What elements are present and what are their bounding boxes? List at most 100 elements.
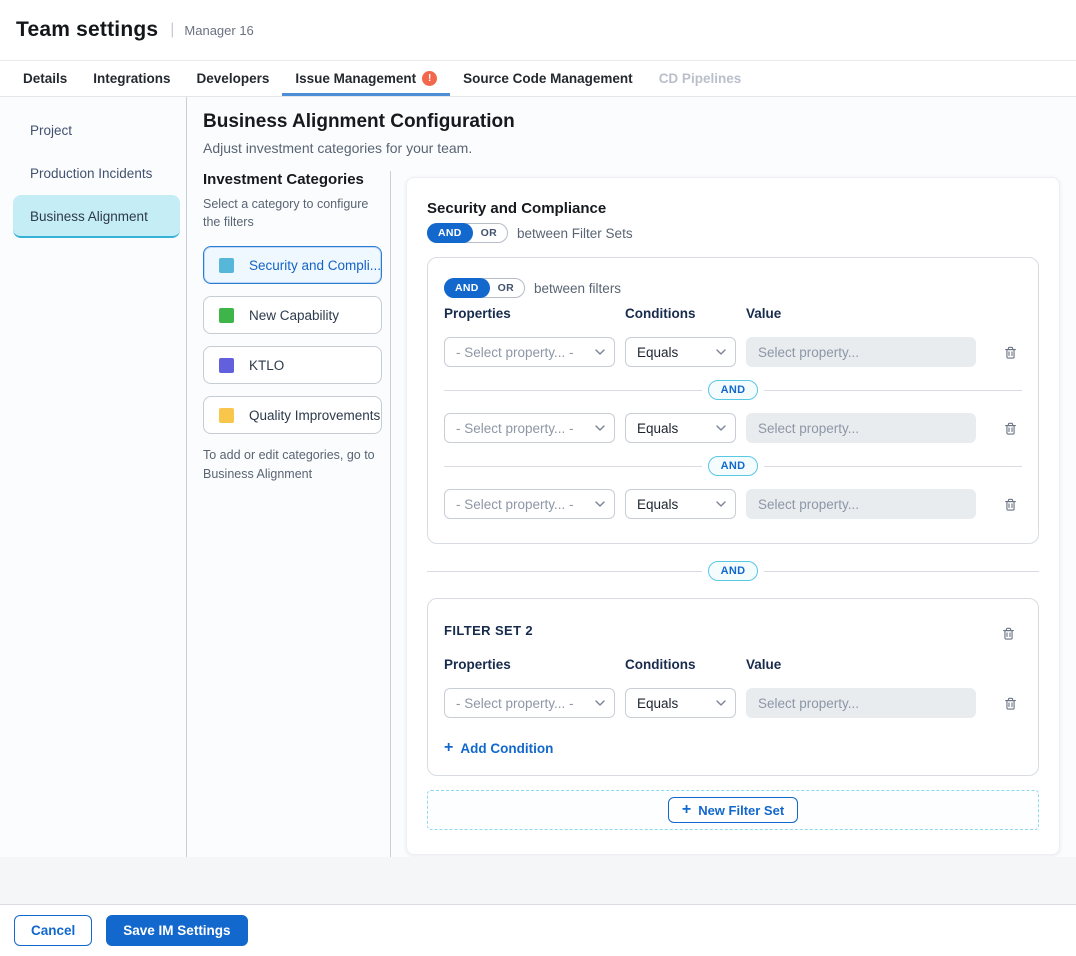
category-label: Quality Improvements: [249, 408, 380, 423]
column-header-value: Value: [746, 306, 976, 321]
category-quality-improvements[interactable]: Quality Improvements: [203, 396, 382, 434]
filter-set-1: AND OR between filters Properties Condit…: [427, 257, 1039, 544]
tab-issue-management[interactable]: Issue Management !: [282, 61, 450, 96]
and-or-toggle-filters[interactable]: AND OR: [444, 278, 525, 298]
value-input[interactable]: [746, 489, 976, 519]
between-filters-label: between filters: [534, 281, 621, 296]
plus-icon: +: [682, 802, 691, 818]
column-header-value: Value: [746, 657, 976, 672]
category-filters-panel: Security and Compliance AND OR between F…: [406, 177, 1060, 855]
column-header-conditions: Conditions: [625, 657, 736, 672]
filter-row: - Select property... - Equals: [444, 337, 1022, 367]
new-filter-set-dropzone: + New Filter Set: [427, 790, 1039, 830]
and-segment[interactable]: AND: [427, 223, 473, 243]
trash-icon: [1003, 696, 1018, 711]
tab-source-code-management[interactable]: Source Code Management: [450, 61, 646, 96]
category-color-swatch: [219, 358, 234, 373]
cancel-button[interactable]: Cancel: [14, 915, 92, 946]
chevron-down-icon: [595, 501, 605, 507]
team-settings-page: Team settings | Manager 16 Details Integ…: [0, 0, 1076, 956]
bottom-spacer-band: [0, 857, 1076, 905]
and-segment[interactable]: AND: [444, 278, 490, 298]
chevron-down-icon: [595, 425, 605, 431]
tab-bar: Details Integrations Developers Issue Ma…: [0, 60, 1076, 97]
property-select[interactable]: - Select property... -: [444, 688, 615, 718]
filter-set-2-title: FILTER SET 2: [444, 619, 533, 638]
filters-column: Security and Compliance AND OR between F…: [391, 171, 1060, 857]
delete-filter-button[interactable]: [996, 414, 1024, 442]
value-input[interactable]: [746, 688, 976, 718]
condition-select[interactable]: Equals: [625, 489, 736, 519]
save-im-settings-button[interactable]: Save IM Settings: [106, 915, 247, 946]
delete-filter-set-button[interactable]: [994, 619, 1022, 647]
row-joiner: AND: [444, 380, 1022, 400]
main-content: Business Alignment Configuration Adjust …: [187, 97, 1076, 857]
page-subtitle: Adjust investment categories for your te…: [203, 140, 1060, 156]
category-new-capability[interactable]: New Capability: [203, 296, 382, 334]
categories-footnote: To add or edit categories, go to Busines…: [203, 446, 375, 484]
category-security-and-compliance[interactable]: Security and Compli...: [203, 246, 382, 284]
column-header-conditions: Conditions: [625, 306, 736, 321]
trash-icon: [1003, 421, 1018, 436]
chevron-down-icon: [595, 700, 605, 706]
category-color-swatch: [219, 258, 234, 273]
settings-body: Project Production Incidents Business Al…: [0, 97, 1076, 857]
categories-helper: Select a category to configure the filte…: [203, 195, 371, 231]
delete-filter-button[interactable]: [996, 338, 1024, 366]
filter-row: - Select property... - Equals: [444, 413, 1022, 443]
between-filter-sets-label: between Filter Sets: [517, 226, 633, 241]
tab-developers[interactable]: Developers: [184, 61, 283, 96]
value-input[interactable]: [746, 337, 976, 367]
value-input[interactable]: [746, 413, 976, 443]
tab-integrations[interactable]: Integrations: [80, 61, 183, 96]
add-condition-button[interactable]: + Add Condition: [444, 740, 553, 756]
warning-icon: !: [422, 71, 437, 86]
or-segment[interactable]: OR: [490, 282, 524, 294]
category-label: New Capability: [249, 308, 339, 323]
chevron-down-icon: [716, 700, 726, 706]
category-color-swatch: [219, 408, 234, 423]
sidebar-item-project[interactable]: Project: [13, 109, 180, 152]
trash-icon: [1003, 497, 1018, 512]
tab-cd-pipelines: CD Pipelines: [646, 61, 755, 96]
chevron-down-icon: [716, 501, 726, 507]
condition-select[interactable]: Equals: [625, 688, 736, 718]
property-select[interactable]: - Select property... -: [444, 489, 615, 519]
condition-select[interactable]: Equals: [625, 337, 736, 367]
window-title: Team settings: [16, 18, 158, 42]
new-filter-set-button[interactable]: + New Filter Set: [668, 797, 798, 823]
category-color-swatch: [219, 308, 234, 323]
or-segment[interactable]: OR: [473, 227, 507, 239]
property-select[interactable]: - Select property... -: [444, 337, 615, 367]
trash-icon: [1003, 345, 1018, 360]
delete-filter-button[interactable]: [996, 490, 1024, 518]
settings-sidenav: Project Production Incidents Business Al…: [0, 97, 187, 857]
tab-details[interactable]: Details: [10, 61, 80, 96]
sidebar-item-production-incidents[interactable]: Production Incidents: [13, 152, 180, 195]
sidebar-item-business-alignment[interactable]: Business Alignment: [13, 195, 180, 238]
category-ktlo[interactable]: KTLO: [203, 346, 382, 384]
action-footer: Cancel Save IM Settings: [0, 905, 1076, 956]
filter-row: - Select property... - Equals: [444, 688, 1022, 718]
condition-select[interactable]: Equals: [625, 413, 736, 443]
filter-set-joiner: AND: [427, 561, 1039, 581]
category-label: Security and Compli...: [249, 258, 381, 273]
trash-icon: [1001, 626, 1016, 641]
title-separator: |: [170, 21, 174, 39]
delete-filter-button[interactable]: [996, 689, 1024, 717]
property-select[interactable]: - Select property... -: [444, 413, 615, 443]
selected-category-title: Security and Compliance: [427, 200, 1039, 217]
column-header-properties: Properties: [444, 657, 615, 672]
team-name: Manager 16: [184, 23, 253, 38]
chevron-down-icon: [716, 349, 726, 355]
page-title: Business Alignment Configuration: [203, 111, 1060, 133]
column-header-properties: Properties: [444, 306, 615, 321]
and-joiner-pill: AND: [708, 456, 759, 476]
category-label: KTLO: [249, 358, 284, 373]
and-or-toggle-filter-sets[interactable]: AND OR: [427, 223, 508, 243]
plus-icon: +: [444, 740, 453, 756]
and-joiner-pill: AND: [708, 380, 759, 400]
categories-title: Investment Categories: [203, 171, 381, 188]
row-joiner: AND: [444, 456, 1022, 476]
and-joiner-pill: AND: [708, 561, 759, 581]
